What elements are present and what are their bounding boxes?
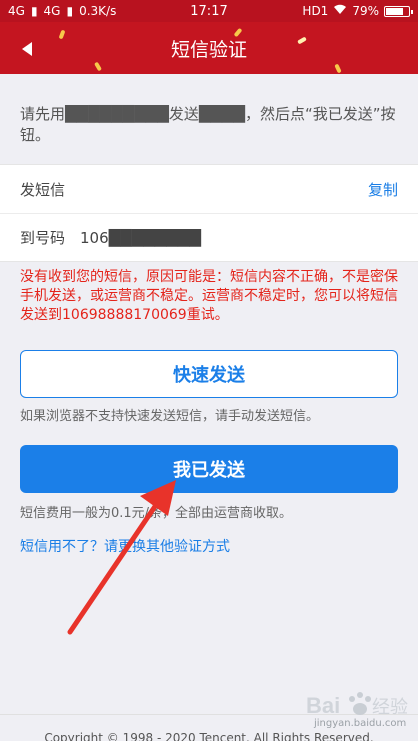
confetti-decoration [58,29,66,40]
watermark-url: jingyan.baidu.com [314,718,407,729]
to-number-value: 106████████ [80,228,201,247]
error-message: 没有收到您的短信，原因可能是：短信内容不正确，不是密保手机发送，或运营商不稳定。… [20,269,398,323]
back-button[interactable] [16,38,38,60]
nav-bar: 短信验证 [0,22,418,74]
send-content-row: 发短信 复制 [0,165,418,213]
svg-text:经验: 经验 [372,697,408,717]
back-arrow-icon [22,42,32,56]
confetti-decoration [297,36,307,45]
to-number-label: 到号码 [20,229,66,247]
to-number-row: 到号码 106████████ [0,213,418,261]
switch-verification-link[interactable]: 短信用不了？请更换其他验证方式 [20,536,230,556]
sms-fee-note: 短信费用一般为0.1元/条，全部由运营商收取。 [20,506,293,521]
svg-text:Bai: Bai [306,693,340,718]
instructions-text: 请先用█████████发送████，然后点“我已发送”按钮。 [20,105,396,144]
quick-send-button[interactable]: 快速发送 [20,350,398,398]
status-bar: 4G ▮ 4G ▮ 0.3K/s 17:17 HD1 79% [0,0,418,22]
sms-info-card: 发短信 复制 到号码 106████████ [0,164,418,262]
confetti-decoration [334,63,342,74]
baidu-watermark-logo: Bai 经验 [306,692,408,718]
confetti-decoration [94,61,102,72]
i-have-sent-button[interactable]: 我已发送 [20,445,398,493]
arrow-shaft [67,499,161,635]
quick-send-note: 如果浏览器不支持快速发送短信，请手动发送短信。 [20,409,320,424]
copy-button[interactable]: 复制 [368,179,398,200]
battery-fill [386,7,404,15]
page-title: 短信验证 [170,38,247,61]
battery-icon [384,5,413,17]
send-content-label: 发短信 [20,180,66,199]
status-time: 17:17 [190,3,228,19]
